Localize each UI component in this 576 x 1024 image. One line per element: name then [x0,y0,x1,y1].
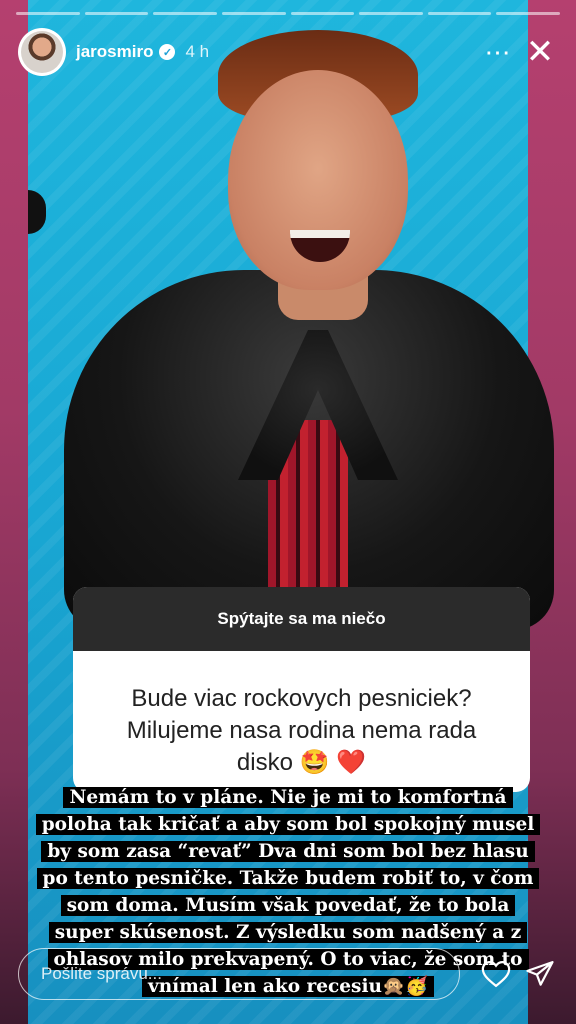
reply-line: Nemám to v pláne. Nie je mi to komfortná [63,787,513,808]
reply-line: som doma. Musím však povedať, že to bola [60,895,516,916]
story-header: jarosmiro ✓ 4 h ⋯ ✕ [18,28,562,76]
avatar[interactable] [18,28,66,76]
progress-segment [16,12,80,15]
reply-line: by som zasa “revať” Dva dni som bol bez … [41,841,535,862]
reply-line: super skúsenost. Z výsledku som nadšený … [48,922,528,943]
close-icon[interactable]: ✕ [518,32,562,72]
progress-segment [153,12,217,15]
question-sticker[interactable]: Spýtajte sa ma niečo Bude viac rockovych… [73,587,530,792]
question-sticker-prompt: Spýtajte sa ma niečo [73,587,530,651]
username[interactable]: jarosmiro [76,42,153,62]
avatar-image [21,31,63,73]
message-input[interactable]: Pošlite správu... [18,948,460,1000]
progress-segment [427,12,492,15]
progress-segment [496,12,560,15]
story-view[interactable]: jarosmiro ✓ 4 h ⋯ ✕ Spýtajte sa ma niečo… [0,0,576,1024]
progress-segment [84,12,149,15]
progress-segment [359,12,423,15]
reply-line: poloha tak kričať a aby som bol spokojný… [35,814,541,835]
more-options-icon[interactable]: ⋯ [478,37,518,68]
progress-segment [290,12,355,15]
progress-segment [221,12,286,15]
heart-icon[interactable] [474,952,518,996]
send-icon[interactable] [518,952,562,996]
reply-line: po tento pesničke. Takže budem robiť to,… [36,868,540,889]
story-footer: Pošlite správu... [18,948,562,1000]
story-progress-bar [16,12,560,15]
question-sticker-text: Bude viac rockovych pesniciek? Milujeme … [126,685,477,776]
verified-badge-icon: ✓ [159,44,176,60]
time-ago: 4 h [185,42,210,61]
